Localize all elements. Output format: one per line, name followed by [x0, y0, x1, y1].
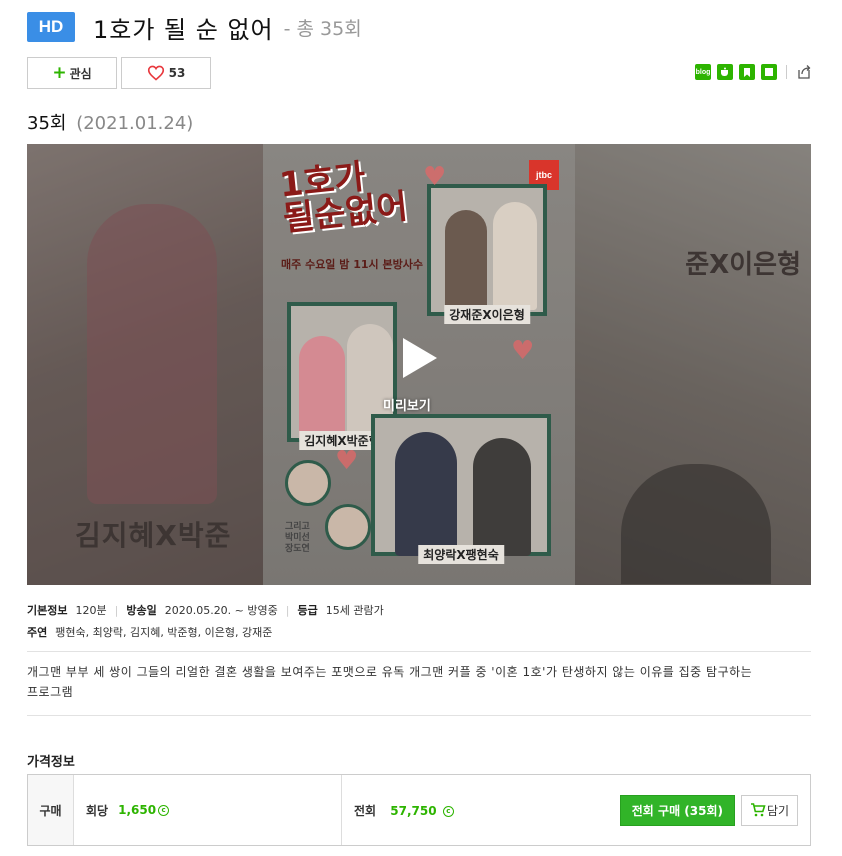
- air-date-label: 방송일: [126, 604, 157, 617]
- preview-label[interactable]: 미리보기: [383, 395, 431, 414]
- blog-icon[interactable]: blog: [695, 64, 711, 80]
- coin-icon: c: [442, 805, 454, 817]
- heart-icon: [147, 65, 164, 81]
- heart-decoration: ♥: [511, 336, 535, 366]
- episode-count: - 총 35회: [283, 17, 362, 40]
- rating: 15세 관람가: [325, 604, 384, 617]
- hd-badge: HD: [27, 12, 75, 42]
- episode-heading: 35회 (2021.01.24): [27, 109, 193, 135]
- guest-photo-2: [325, 504, 371, 550]
- divider: [27, 715, 811, 716]
- page-title: 1호가 될 순 없어: [93, 15, 274, 44]
- interest-button[interactable]: + 관심: [27, 57, 117, 89]
- program-description: 개그맨 부부 세 쌍이 그들의 리얼한 결혼 생활을 보여주는 포맷으로 유독 …: [27, 665, 753, 699]
- poster-tagline: 매주 수요일 밤 11시 본방사수: [281, 258, 423, 271]
- guest-photo-1: [285, 460, 331, 506]
- share-icon[interactable]: [796, 64, 812, 80]
- price-table: 구매 회당 1,650 c 전회 57,750 c 전회 구매 (35회) 담기: [27, 774, 811, 846]
- couple-photo-1: 강재준X이은형: [427, 184, 547, 324]
- share-row: blog: [695, 64, 812, 80]
- interest-label: 관심: [69, 66, 92, 81]
- background-caption-left: 김지혜X박준: [75, 519, 232, 552]
- heart-decoration: ♥: [423, 162, 447, 192]
- buy-all-button[interactable]: 전회 구매 (35회): [619, 794, 735, 826]
- all-episodes-price: 57,750: [390, 803, 437, 818]
- cast-label: 주연: [27, 626, 48, 639]
- cafe-icon[interactable]: [717, 64, 733, 80]
- action-row: + 관심 53: [27, 57, 211, 89]
- per-episode-price: 1,650: [118, 803, 157, 817]
- purchase-label: 구매: [28, 775, 74, 845]
- coin-icon: c: [158, 804, 170, 816]
- cart-icon: [750, 803, 766, 817]
- memo-icon[interactable]: [761, 64, 777, 80]
- program-info: 기본정보 120분 | 방송일 2020.05.20. ~ 방영중 | 등급 1…: [27, 603, 384, 640]
- bookmark-icon[interactable]: [739, 64, 755, 80]
- video-player[interactable]: 김지혜X박준 준X이은형 jtbc 1호가 될순없어 매주 수요일 밤 11시 …: [27, 144, 811, 585]
- episode-date: (2021.01.24): [76, 113, 194, 134]
- blurred-background-right: [575, 144, 811, 585]
- cart-button[interactable]: 담기: [741, 794, 798, 826]
- heart-decoration: ♥: [335, 446, 359, 476]
- couple-caption-1: 강재준X이은형: [444, 305, 530, 324]
- couple-photo-3: 최양락X팽현숙: [371, 414, 551, 564]
- background-caption-right: 준X이은형: [685, 250, 801, 280]
- play-icon[interactable]: [399, 336, 439, 380]
- share-divider: [786, 65, 787, 79]
- show-logo: 1호가 될순없어: [277, 156, 410, 240]
- all-episodes-label: 전회: [354, 803, 377, 818]
- cast-list: 팽현숙, 최양락, 김지혜, 박준형, 이은형, 강재준: [55, 626, 273, 639]
- air-date: 2020.05.20. ~ 방영중: [164, 604, 278, 617]
- like-count: 53: [168, 66, 186, 80]
- like-button[interactable]: 53: [121, 57, 211, 89]
- runtime: 120분: [75, 604, 107, 617]
- all-episodes-cell: 전회 57,750 c 전회 구매 (35회) 담기: [342, 775, 810, 845]
- episode-number: 35회: [27, 113, 67, 134]
- title-row: HD 1호가 될 순 없어 - 총 35회: [27, 12, 362, 44]
- divider: [27, 651, 811, 652]
- basic-info-label: 기본정보: [27, 604, 68, 617]
- rating-label: 등급: [297, 604, 318, 617]
- per-episode-cell: 회당 1,650 c: [74, 775, 342, 845]
- couple-caption-3: 최양락X팽현숙: [418, 545, 504, 564]
- price-section-title: 가격정보: [27, 755, 75, 770]
- cart-label: 담기: [766, 803, 790, 818]
- plus-icon: +: [52, 62, 67, 83]
- per-episode-label: 회당: [86, 803, 109, 818]
- guest-caption: 그리고 박미선 장도연: [285, 522, 310, 554]
